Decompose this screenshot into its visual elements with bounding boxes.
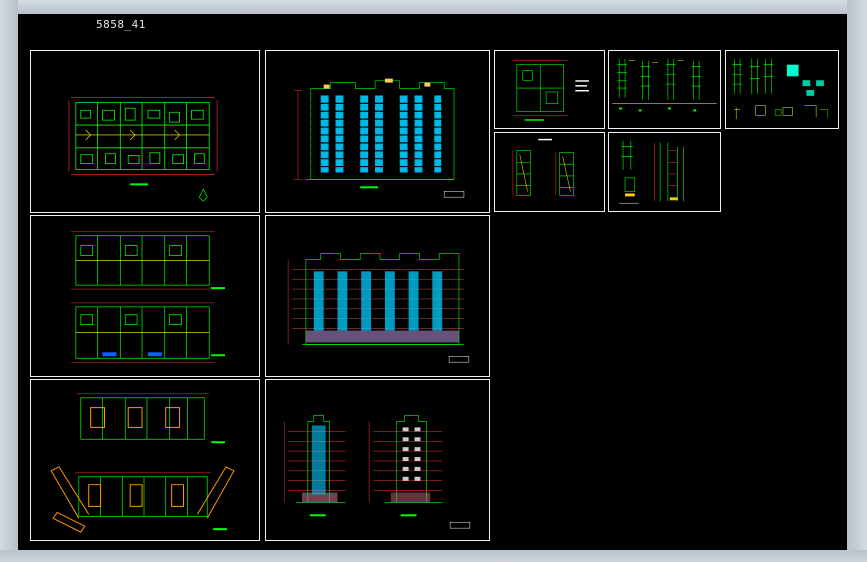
window-top-frame [0,0,867,14]
drawing-title: 5858_41 [96,18,146,31]
sheet-floor-plans-3[interactable] [30,379,260,541]
sheet-front-elevation[interactable] [265,50,490,213]
sheet-detail-set[interactable] [725,50,839,129]
sheet-floor-plan-1[interactable] [30,50,260,213]
window-right-frame [847,0,867,562]
cad-model-space[interactable]: 5858_41 [18,14,847,550]
sheet-unit-plan[interactable] [494,50,605,129]
rear-elevation-drawing [287,253,470,363]
section-detail-drawing [619,140,684,204]
floor-plans-2-drawing [70,231,225,363]
sheet-side-elevations[interactable] [265,379,490,541]
unit-plan-drawing [512,60,589,121]
front-elevation-drawing [294,78,465,198]
wall-sections-drawing [612,58,717,112]
sheet-rear-elevation[interactable] [265,215,490,377]
sheet-stair-details[interactable] [494,132,605,212]
sheet-section-detail[interactable] [608,132,721,212]
floor-plans-3-drawing [50,393,235,533]
floor-plan-drawing [68,97,218,202]
detail-set-drawing [732,58,829,120]
sheet-floor-plans-2[interactable] [30,215,260,377]
sheet-wall-sections[interactable] [608,50,721,129]
side-elevations-drawing [283,415,471,529]
window-left-frame [0,0,18,562]
window-bottom-frame [0,550,867,562]
stair-details-drawing [512,138,574,196]
